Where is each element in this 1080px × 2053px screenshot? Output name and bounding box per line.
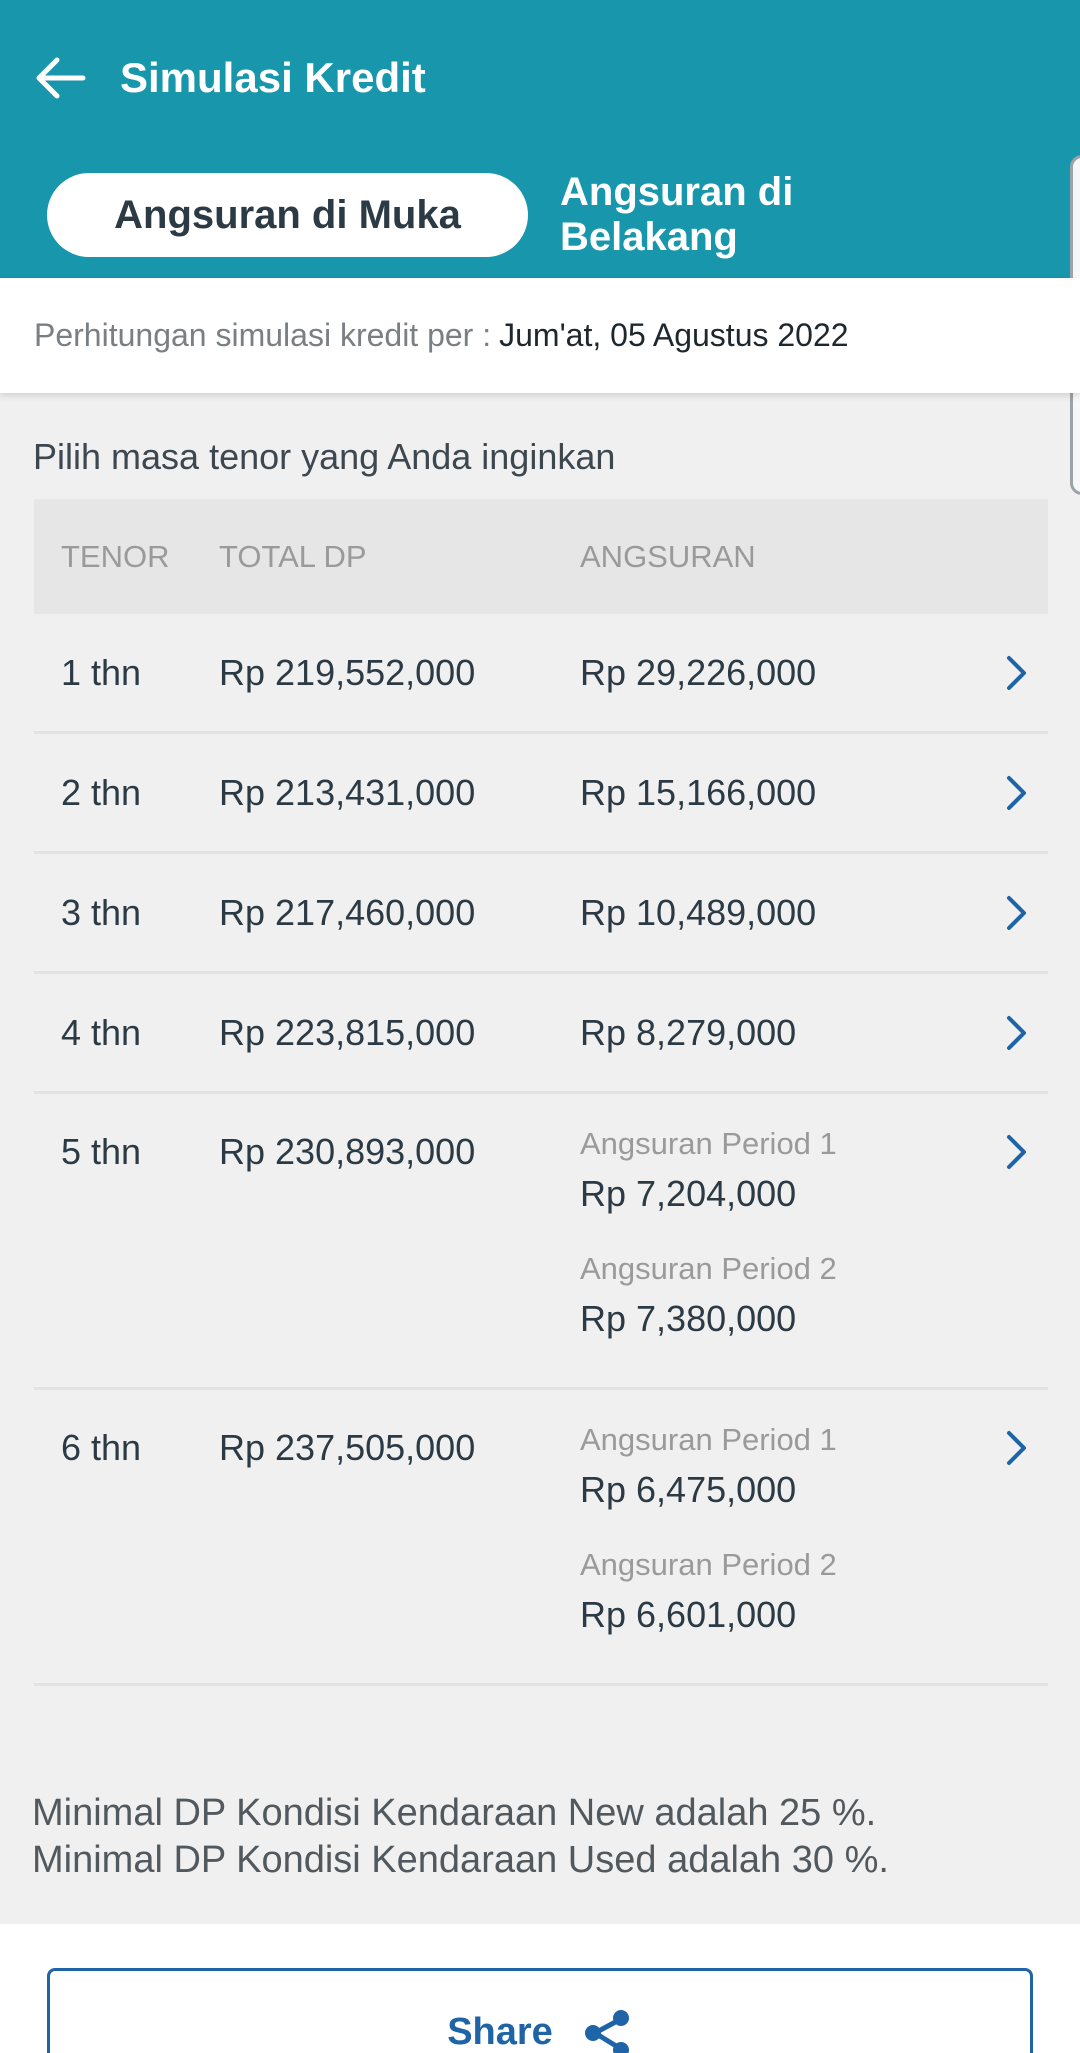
angsuran-period-2: Angsuran Period 2 Rp 6,601,000 <box>580 1545 837 1639</box>
tab-angsuran-di-belakang[interactable]: Angsuran di Belakang <box>560 170 980 259</box>
period-value: Rp 7,204,000 <box>580 1173 797 1214</box>
simulation-date-label: Perhitungan simulasi kredit per : <box>34 317 492 353</box>
period-label: Angsuran Period 2 <box>580 1251 837 1286</box>
table-header: TENOR TOTAL DP ANGSURAN <box>34 499 1048 614</box>
simulation-date-value: Jum'at, 05 Agustus 2022 <box>499 317 849 353</box>
total-dp-cell: Rp 223,815,000 <box>219 1012 476 1053</box>
footer-bar: Share <box>0 1924 1080 2053</box>
note-line: Minimal DP Kondisi Kendaraan New adalah … <box>32 1792 877 1834</box>
table-row[interactable]: 1 thn Rp 219,552,000 Rp 29,226,000 <box>34 614 1048 734</box>
table-row[interactable]: 6 thn Rp 237,505,000 Angsuran Period 1 R… <box>34 1390 1048 1686</box>
app-header: Simulasi Kredit Angsuran di Muka Angsura… <box>0 0 1080 278</box>
simulation-date-bar: Perhitungan simulasi kredit per : Jum'at… <box>0 278 1080 393</box>
tenor-cell: 1 thn <box>61 652 142 693</box>
note-line: Minimal DP Kondisi Kendaraan Used adalah… <box>32 1839 889 1881</box>
angsuran-period-1: Angsuran Period 1 Rp 7,204,000 <box>580 1124 837 1218</box>
tenor-cell: 5 thn <box>61 1131 142 1172</box>
table-row[interactable]: 5 thn Rp 230,893,000 Angsuran Period 1 R… <box>34 1094 1048 1390</box>
back-button[interactable] <box>28 50 92 106</box>
angsuran-period-1: Angsuran Period 1 Rp 6,475,000 <box>580 1420 837 1514</box>
period-value: Rp 6,475,000 <box>580 1469 797 1510</box>
angsuran-cell: Rp 8,279,000 <box>580 1012 797 1053</box>
angsuran-cell: Rp 29,226,000 <box>580 652 817 693</box>
total-dp-cell: Rp 219,552,000 <box>219 652 476 693</box>
chevron-right-icon[interactable] <box>1000 1426 1034 1470</box>
period-value: Rp 7,380,000 <box>580 1298 797 1339</box>
section-title: Pilih masa tenor yang Anda inginkan <box>33 436 616 477</box>
share-icon <box>584 2010 629 2053</box>
arrow-left-icon <box>36 57 86 99</box>
tenor-cell: 3 thn <box>61 892 142 933</box>
tenor-cell: 6 thn <box>61 1427 142 1468</box>
column-header-total-dp: TOTAL DP <box>219 539 367 574</box>
dp-notes: Minimal DP Kondisi Kendaraan New adalah … <box>32 1790 1032 1898</box>
chevron-right-icon[interactable] <box>1000 771 1034 815</box>
chevron-right-icon[interactable] <box>1000 1011 1034 1055</box>
period-label: Angsuran Period 1 <box>580 1126 837 1161</box>
angsuran-period-2: Angsuran Period 2 Rp 7,380,000 <box>580 1249 837 1343</box>
tab-angsuran-di-muka[interactable]: Angsuran di Muka <box>47 173 528 257</box>
table-row[interactable]: 3 thn Rp 217,460,000 Rp 10,489,000 <box>34 854 1048 974</box>
total-dp-cell: Rp 230,893,000 <box>219 1131 476 1172</box>
period-label: Angsuran Period 2 <box>580 1547 837 1582</box>
angsuran-cell: Rp 15,166,000 <box>580 772 817 813</box>
chevron-right-icon[interactable] <box>1000 651 1034 695</box>
tenor-cell: 4 thn <box>61 1012 142 1053</box>
chevron-right-icon[interactable] <box>1000 891 1034 935</box>
tenor-table: TENOR TOTAL DP ANGSURAN 1 thn Rp 219,552… <box>34 499 1048 1686</box>
page-title: Simulasi Kredit <box>120 54 426 101</box>
total-dp-cell: Rp 237,505,000 <box>219 1427 476 1468</box>
share-label: Share <box>447 2011 553 2053</box>
table-row[interactable]: 4 thn Rp 223,815,000 Rp 8,279,000 <box>34 974 1048 1094</box>
share-button[interactable]: Share <box>47 1968 1033 2053</box>
total-dp-cell: Rp 217,460,000 <box>219 892 476 933</box>
period-value: Rp 6,601,000 <box>580 1594 797 1635</box>
angsuran-cell: Rp 10,489,000 <box>580 892 817 933</box>
table-row[interactable]: 2 thn Rp 213,431,000 Rp 15,166,000 <box>34 734 1048 854</box>
period-label: Angsuran Period 1 <box>580 1422 837 1457</box>
chevron-right-icon[interactable] <box>1000 1130 1034 1174</box>
column-header-angsuran: ANGSURAN <box>580 539 756 574</box>
tenor-cell: 2 thn <box>61 772 142 813</box>
column-header-tenor: TENOR <box>61 539 170 574</box>
total-dp-cell: Rp 213,431,000 <box>219 772 476 813</box>
